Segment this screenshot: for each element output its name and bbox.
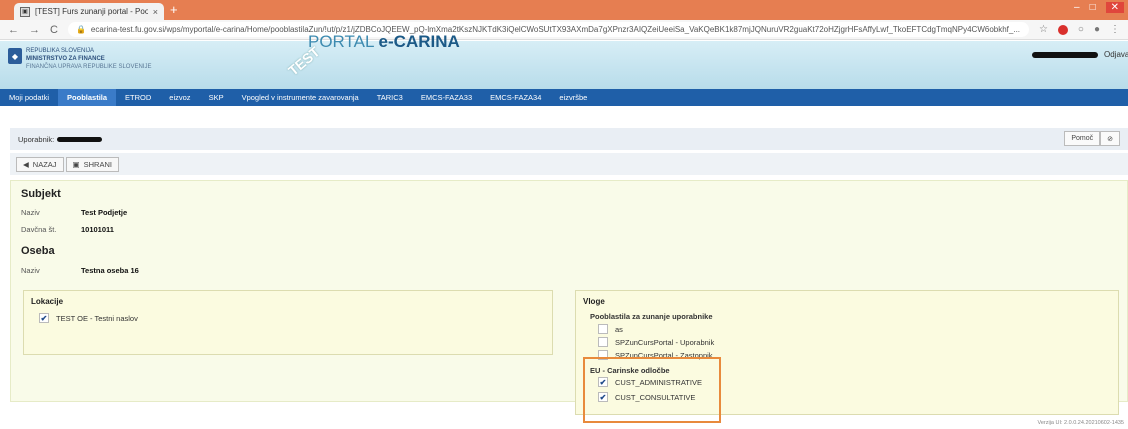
floppy-disk-icon: ▣	[72, 159, 80, 169]
page-favicon-icon: ▣	[20, 6, 30, 17]
nav-item-emcs-faza34[interactable]: EMCS-FAZA34	[481, 89, 550, 106]
user-info-bar: Uporabnik: Pomoč ⊘	[10, 128, 1128, 150]
lokacija-item[interactable]: ✔ TEST OE - Testni naslov	[39, 313, 138, 323]
close-window-button[interactable]: ✕	[1105, 2, 1124, 13]
extension-icon[interactable]: ○	[1078, 24, 1084, 35]
new-tab-button[interactable]: +	[170, 2, 178, 17]
browser-tab[interactable]: ▣ [TEST] Furs zunanji portal - Pooli ×	[14, 3, 164, 20]
settings-icon[interactable]: ⊘	[1100, 131, 1120, 146]
redacted-user-value	[57, 136, 103, 142]
bookmark-star-icon[interactable]: ☆	[1039, 24, 1048, 35]
ministry-line2: MINISTRSTVO ZA FINANCE	[26, 56, 105, 62]
role-item-as[interactable]: as	[598, 324, 623, 334]
maximize-button[interactable]: □	[1090, 2, 1096, 13]
nav-item-moji-podatki[interactable]: Moji podatki	[0, 89, 58, 106]
browser-extensions: ☆ ○ ● ⋮	[1039, 24, 1120, 35]
browser-tab-bar: ▣ [TEST] Furs zunanji portal - Pooli × +…	[0, 0, 1128, 20]
role-item-uporabnik[interactable]: SPZunCursPortal - Uporabnik	[598, 337, 714, 347]
lokacije-title: Lokacije	[31, 297, 64, 306]
browser-toolbar: ← → C 🔒 ecarina-test.fu.gov.si/wps/mypor…	[0, 20, 1128, 40]
vloge-title: Vloge	[583, 297, 605, 306]
ministry-line1: REPUBLIKA SLOVENIJA	[26, 48, 95, 54]
lock-icon: 🔒	[75, 25, 86, 34]
main-nav: Moji podatki Pooblastila ETROD eizvoz SKP Vpo…	[0, 89, 1128, 106]
back-button[interactable]: ◀ NAZAJ	[16, 156, 64, 172]
forward-arrow-icon[interactable]: →	[29, 24, 40, 36]
portal-title-prefix: PORTAL	[308, 32, 379, 51]
help-buttons: Pomoč ⊘	[1064, 131, 1120, 146]
back-button-label: NAZAJ	[32, 159, 57, 169]
checkbox-unchecked-icon[interactable]	[598, 324, 608, 334]
role-label: SPZunCursPortal - Uporabnik	[615, 337, 715, 347]
nav-item-etrod[interactable]: ETROD	[116, 89, 160, 106]
oseba-title: Oseba	[21, 245, 55, 257]
davcna-value: 10101011	[81, 225, 114, 234]
nav-item-emcs-faza33[interactable]: EMCS-FAZA33	[412, 89, 481, 106]
davcna-label: Davčna št.	[21, 225, 57, 234]
user-label: Uporabnik:	[18, 134, 55, 144]
nav-item-eizvoz[interactable]: eizvoz	[160, 89, 199, 106]
nav-item-eizvr-be[interactable]: eizvršbe	[550, 89, 596, 106]
save-button-label: SHRANI	[83, 159, 112, 169]
subjekt-naziv-value: Test Podjetje	[81, 208, 128, 217]
logout-link[interactable]: Odjava	[1104, 50, 1128, 59]
back-arrow-icon: ◀	[23, 159, 29, 169]
action-toolbar: ◀ NAZAJ ▣ SHRANI	[10, 153, 1128, 175]
checkbox-checked-icon[interactable]: ✔	[39, 313, 49, 323]
version-text: Verzija UI: 2.0.0.24.20210602-1435	[1037, 420, 1124, 426]
menu-icon[interactable]: ⋮	[1110, 24, 1120, 35]
adblock-icon[interactable]	[1057, 24, 1068, 35]
portal-header: ◆ REPUBLIKA SLOVENIJA MINISTRSTVO ZA FIN…	[0, 41, 1128, 89]
lokacija-label: TEST OE - Testni naslov	[56, 313, 138, 323]
role-label: as	[615, 324, 623, 334]
url-text: ecarina-test.fu.gov.si/wps/myportal/e-ca…	[90, 25, 1021, 34]
oseba-naziv-value: Testna oseba 16	[81, 266, 139, 275]
nav-item-pooblastila[interactable]: Pooblastila	[58, 89, 117, 106]
oseba-naziv-label: Naziv	[21, 266, 40, 275]
ministry-line3: FINANČNA UPRAVA REPUBLIKE SLOVENIJE	[26, 64, 152, 70]
ministry-logo: REPUBLIKA SLOVENIJA MINISTRSTVO ZA FINAN…	[26, 47, 151, 71]
save-button[interactable]: ▣ SHRANI	[65, 156, 119, 172]
subjekt-naziv-label: Naziv	[21, 208, 40, 217]
profile-icon[interactable]: ●	[1094, 24, 1100, 35]
pooblastila-group-title: Pooblastila za zunanje uporabnike	[590, 312, 713, 321]
subjekt-title: Subjekt	[21, 188, 61, 200]
window-controls: – □ ✕	[1074, 2, 1124, 13]
highlight-annotation	[583, 357, 721, 423]
address-bar[interactable]: 🔒 ecarina-test.fu.gov.si/wps/myportal/e-…	[67, 22, 1029, 37]
tab-title: [TEST] Furs zunanji portal - Pooli	[35, 7, 148, 16]
checkbox-unchecked-icon[interactable]	[598, 337, 608, 347]
tab-close-icon[interactable]: ×	[153, 7, 158, 17]
portal-title: PORTAL e-CARINA	[308, 32, 460, 52]
reload-icon[interactable]: C	[50, 24, 58, 36]
help-button[interactable]: Pomoč	[1064, 131, 1101, 146]
back-arrow-icon[interactable]: ←	[8, 24, 19, 36]
nav-item-skp[interactable]: SKP	[200, 89, 233, 106]
coat-of-arms-icon: ◆	[8, 48, 22, 64]
redacted-username	[1032, 52, 1098, 58]
nav-item-vpogled-v-instrumente-zavarovanja[interactable]: Vpogled v instrumente zavarovanja	[233, 89, 368, 106]
minimize-button[interactable]: –	[1074, 2, 1080, 13]
nav-item-taric3[interactable]: TARIC3	[368, 89, 412, 106]
portal-title-brand: e-CARINA	[378, 32, 460, 51]
